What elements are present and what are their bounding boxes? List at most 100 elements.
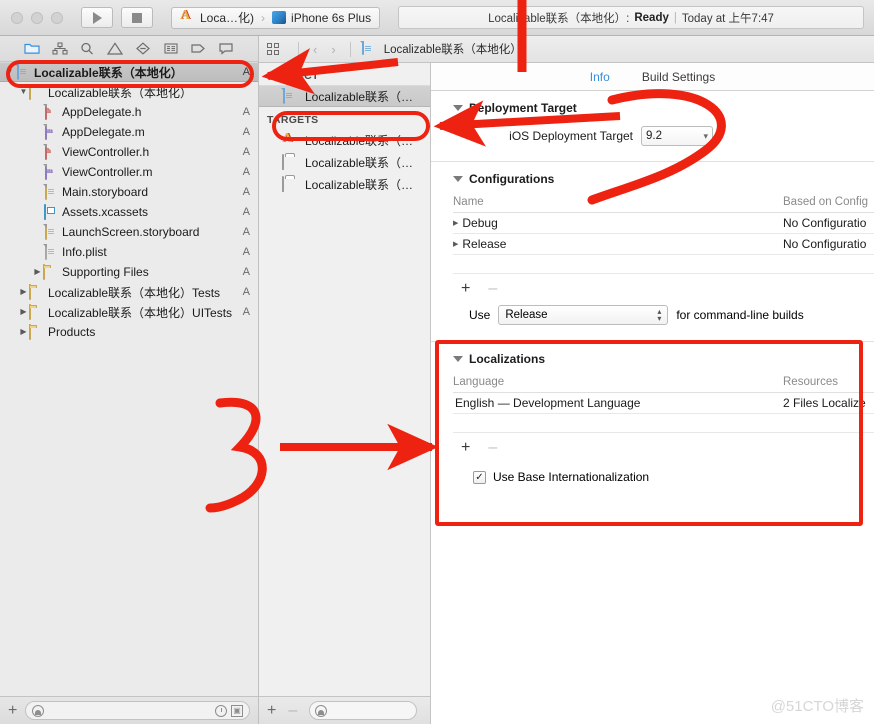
localizations-section: Localizations Language Resources English… xyxy=(431,342,874,494)
navigator-row-label: Localizable联系（本地化）Tests xyxy=(48,284,237,301)
clock-icon[interactable] xyxy=(215,705,227,717)
close-button[interactable] xyxy=(11,12,23,24)
watermark: @51CTO博客 xyxy=(771,695,864,716)
related-items-icon[interactable] xyxy=(267,43,281,55)
disclosure-triangle-icon[interactable] xyxy=(453,176,463,182)
breakpoint-navigator-icon[interactable] xyxy=(189,41,207,56)
navigator-row[interactable]: hViewController.hA xyxy=(0,142,258,162)
jumpbar-divider-1 xyxy=(298,42,299,57)
add-configuration-button[interactable]: + xyxy=(461,281,470,297)
navigator-row[interactable]: Localizable联系（本地化）TestsA xyxy=(0,282,258,302)
navigator-row[interactable]: mViewController.mA xyxy=(0,162,258,182)
test-navigator-icon[interactable] xyxy=(134,41,152,56)
navigate-back-button[interactable]: ‹ xyxy=(306,42,324,57)
configurations-header[interactable]: Configurations xyxy=(453,162,874,192)
test-target-icon xyxy=(281,177,296,192)
configuration-row[interactable]: ▶DebugNo Configuratio xyxy=(453,213,874,234)
status-project: Localizable联系（本地化）: xyxy=(488,10,629,26)
target-list-item[interactable]: Localizable联系（… xyxy=(259,129,430,151)
add-target-button[interactable]: + xyxy=(267,703,276,719)
status-timestamp: Today at 上午7:47 xyxy=(682,10,774,26)
disclosure-triangle-icon[interactable] xyxy=(453,105,463,111)
project-navigator-icon[interactable] xyxy=(23,41,41,56)
use-base-internationalization-row[interactable]: ✓ Use Base Internationalization xyxy=(453,460,874,494)
disclosure-triangle-icon[interactable]: ▶ xyxy=(453,240,458,248)
navigator-row[interactable]: mAppDelegate.mA xyxy=(0,122,258,142)
navigator-row-label: Localizable联系（本地化）UITests xyxy=(48,304,237,321)
navigator-row-status: A xyxy=(243,166,250,178)
configurations-empty-row xyxy=(453,255,874,274)
navigator-row-status: A xyxy=(243,246,250,258)
issue-navigator-icon[interactable] xyxy=(106,41,124,56)
disclosure-triangle-icon[interactable] xyxy=(4,68,15,76)
project-file-tree[interactable]: Localizable联系（本地化）ALocalizable联系（本地化）hAp… xyxy=(0,62,258,696)
disclosure-triangle-icon[interactable]: ▶ xyxy=(453,219,458,227)
navigator-row-label: AppDelegate.h xyxy=(62,105,237,119)
navigate-forward-button[interactable]: › xyxy=(324,42,342,57)
deployment-target-header[interactable]: Deployment Target xyxy=(453,91,874,121)
filter-icon xyxy=(315,705,327,717)
navigator-row-status: A xyxy=(243,226,250,238)
source-control-filter-icon[interactable]: ▣ xyxy=(231,705,243,717)
navigator-row-status: A xyxy=(243,186,250,198)
tab-info[interactable]: Info xyxy=(590,70,610,84)
folder-icon xyxy=(29,285,44,300)
remove-configuration-button[interactable]: – xyxy=(488,281,497,297)
localization-row[interactable]: English — Development Language2 Files Lo… xyxy=(453,393,874,414)
disclosure-triangle-icon[interactable] xyxy=(32,268,43,276)
symbol-search-icon[interactable] xyxy=(78,41,96,56)
navigator-row[interactable]: Main.storyboard A xyxy=(0,182,258,202)
navigator-row[interactable]: LaunchScreen.storyboardA xyxy=(0,222,258,242)
configuration-row[interactable]: ▶ReleaseNo Configuratio xyxy=(453,234,874,255)
report-navigator-icon[interactable] xyxy=(217,41,235,56)
source-control-navigator-icon[interactable] xyxy=(51,41,69,56)
disclosure-triangle-icon[interactable] xyxy=(453,356,463,362)
debug-navigator-icon[interactable] xyxy=(162,41,180,56)
disclosure-triangle-icon[interactable] xyxy=(18,308,29,316)
navigator-row-label: Main.storyboard xyxy=(62,185,237,199)
scheme-destination-selector[interactable]: Loca…化) › iPhone 6s Plus xyxy=(171,7,380,29)
navigator-filter-field[interactable]: ▣ xyxy=(25,701,250,720)
command-line-config-select[interactable]: Release ▴▾ xyxy=(498,305,668,325)
storyboard-file-icon xyxy=(43,185,58,200)
zoom-button[interactable] xyxy=(51,12,63,24)
target-list-item[interactable]: Localizable联系（… xyxy=(259,151,430,173)
folder-icon xyxy=(29,85,44,100)
navigator-row[interactable]: Localizable联系（本地化） xyxy=(0,82,258,102)
navigator-row[interactable]: hAppDelegate.hA xyxy=(0,102,258,122)
tab-build-settings[interactable]: Build Settings xyxy=(642,70,715,84)
remove-target-button[interactable]: – xyxy=(288,703,297,719)
localizations-header[interactable]: Localizations xyxy=(453,342,874,372)
stop-button[interactable] xyxy=(121,7,153,28)
run-button[interactable] xyxy=(81,7,113,28)
breadcrumb[interactable]: Localizable联系（本地化） xyxy=(360,41,522,57)
deployment-target-title: Deployment Target xyxy=(469,101,577,115)
project-editor: PROJECT Localizable联系（… TARGETS Localiza… xyxy=(259,63,874,724)
disclosure-triangle-icon[interactable] xyxy=(18,88,29,96)
target-filter-field[interactable] xyxy=(309,701,417,720)
navigator-row-status: A xyxy=(243,206,250,218)
navigator-row[interactable]: Localizable联系（本地化）UITestsA xyxy=(0,302,258,322)
disclosure-triangle-icon[interactable] xyxy=(18,328,29,336)
remove-localization-button[interactable]: – xyxy=(488,440,497,456)
navigator-row-label: Localizable联系（本地化） xyxy=(34,64,237,81)
navigator-row[interactable]: Localizable联系（本地化）A xyxy=(0,62,258,82)
localization-resources: 2 Files Localize xyxy=(783,396,874,410)
project-list-item[interactable]: Localizable联系（… xyxy=(259,85,430,107)
jump-bar: ‹ › Localizable联系（本地化） xyxy=(259,36,874,63)
navigator-row-label: Assets.xcassets xyxy=(62,205,237,219)
target-list-item[interactable]: Localizable联系（… xyxy=(259,173,430,195)
add-file-button[interactable]: + xyxy=(8,703,17,719)
minimize-button[interactable] xyxy=(31,12,43,24)
project-file-icon xyxy=(15,65,30,80)
navigator-row[interactable]: Products xyxy=(0,322,258,342)
ios-deployment-target-combobox[interactable]: 9.2 ▾ xyxy=(641,126,713,146)
navigator-row[interactable]: Info.plistA xyxy=(0,242,258,262)
add-localization-button[interactable]: + xyxy=(461,440,470,456)
navigator-row-label: ViewController.h xyxy=(62,145,237,159)
use-base-internationalization-checkbox[interactable]: ✓ xyxy=(473,471,486,484)
app-target-icon xyxy=(281,133,296,148)
disclosure-triangle-icon[interactable] xyxy=(18,288,29,296)
navigator-row[interactable]: Supporting FilesA xyxy=(0,262,258,282)
navigator-row[interactable]: Assets.xcassets A xyxy=(0,202,258,222)
